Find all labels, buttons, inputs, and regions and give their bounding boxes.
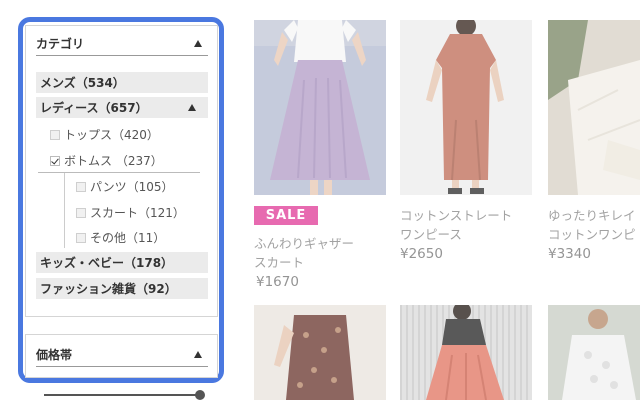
category-panel-header[interactable]: カテゴリ — [36, 32, 208, 56]
product-price: ¥3340 — [548, 246, 591, 262]
price-panel-header[interactable]: 価格帯 — [36, 343, 208, 367]
checkbox-pants[interactable] — [76, 181, 86, 192]
red-skirt-photo — [400, 305, 532, 400]
collapse-triangle-icon[interactable] — [188, 104, 196, 111]
subcategory-divider — [38, 172, 200, 173]
subcategory-bottoms-label: ボトムス （237） — [64, 154, 163, 168]
subcategory-pants[interactable]: パンツ（105） — [76, 178, 174, 195]
product-image[interactable] — [548, 305, 640, 400]
product-name[interactable]: ゆったりキレイ コットンワンピ — [548, 206, 636, 244]
category-kids-baby-label: キッズ・ベビー（178） — [40, 256, 174, 270]
category-mens[interactable]: メンズ（534） — [36, 72, 208, 93]
subcategory-other-label: その他（11） — [90, 231, 166, 245]
product-name-line: スカート — [254, 255, 305, 270]
product-price: ¥1670 — [256, 274, 299, 290]
product-name-line: ゆったりキレイ — [548, 208, 636, 223]
checkbox-tops[interactable] — [50, 129, 60, 140]
product-image[interactable] — [400, 20, 532, 195]
purple-skirt-photo — [254, 20, 386, 195]
subcategory-tops[interactable]: トップス（420） — [50, 126, 159, 143]
category-panel-title: カテゴリ — [36, 37, 85, 51]
product-name[interactable]: コットンストレート ワンピース — [400, 206, 512, 244]
floral-dress-photo — [254, 305, 386, 400]
price-slider-track[interactable] — [44, 394, 202, 396]
category-mens-label: メンズ（534） — [40, 76, 125, 90]
checkbox-bottoms-checked[interactable] — [50, 155, 60, 166]
product-name-line: ふんわりギャザー — [254, 236, 355, 251]
category-fashion-goods[interactable]: ファッション雑貨（92） — [36, 278, 208, 299]
product-name-line: コットンストレート — [400, 208, 513, 223]
collapse-triangle-icon[interactable] — [194, 351, 202, 358]
checkbox-skirt[interactable] — [76, 207, 86, 218]
price-panel-title: 価格帯 — [36, 348, 73, 362]
subcategory-skirt-label: スカート（121） — [90, 206, 185, 220]
white-dress-photo — [548, 20, 640, 195]
subcategory-other[interactable]: その他（11） — [76, 229, 165, 246]
white-lace-top-photo — [548, 305, 640, 400]
subcategory-skirt[interactable]: スカート（121） — [76, 204, 185, 221]
product-name[interactable]: ふんわりギャザー スカート — [254, 234, 354, 272]
price-slider-handle[interactable] — [195, 390, 205, 400]
product-name-line: コットンワンピ — [548, 227, 636, 242]
category-kids-baby[interactable]: キッズ・ベビー（178） — [36, 252, 208, 273]
category-fashion-goods-label: ファッション雑貨（92） — [40, 282, 177, 296]
product-image[interactable] — [254, 305, 386, 400]
product-name-line: ワンピース — [400, 227, 462, 242]
subtree-guide-line — [64, 173, 65, 248]
category-panel: カテゴリ — [25, 25, 218, 317]
subcategory-pants-label: パンツ（105） — [90, 180, 174, 194]
product-price: ¥2650 — [400, 246, 443, 262]
product-image[interactable] — [400, 305, 532, 400]
collapse-triangle-icon[interactable] — [194, 40, 202, 47]
product-image[interactable] — [254, 20, 386, 195]
product-image[interactable] — [548, 20, 640, 195]
subcategory-bottoms[interactable]: ボトムス （237） — [50, 152, 163, 169]
checkbox-other[interactable] — [76, 232, 86, 243]
price-panel: 価格帯 — [25, 334, 218, 378]
category-ladies[interactable]: レディース（657） — [36, 97, 208, 118]
category-ladies-label: レディース（657） — [40, 101, 148, 115]
brown-dress-photo — [400, 20, 532, 195]
subcategory-tops-label: トップス（420） — [64, 128, 159, 142]
sale-badge: SALE — [254, 206, 318, 225]
